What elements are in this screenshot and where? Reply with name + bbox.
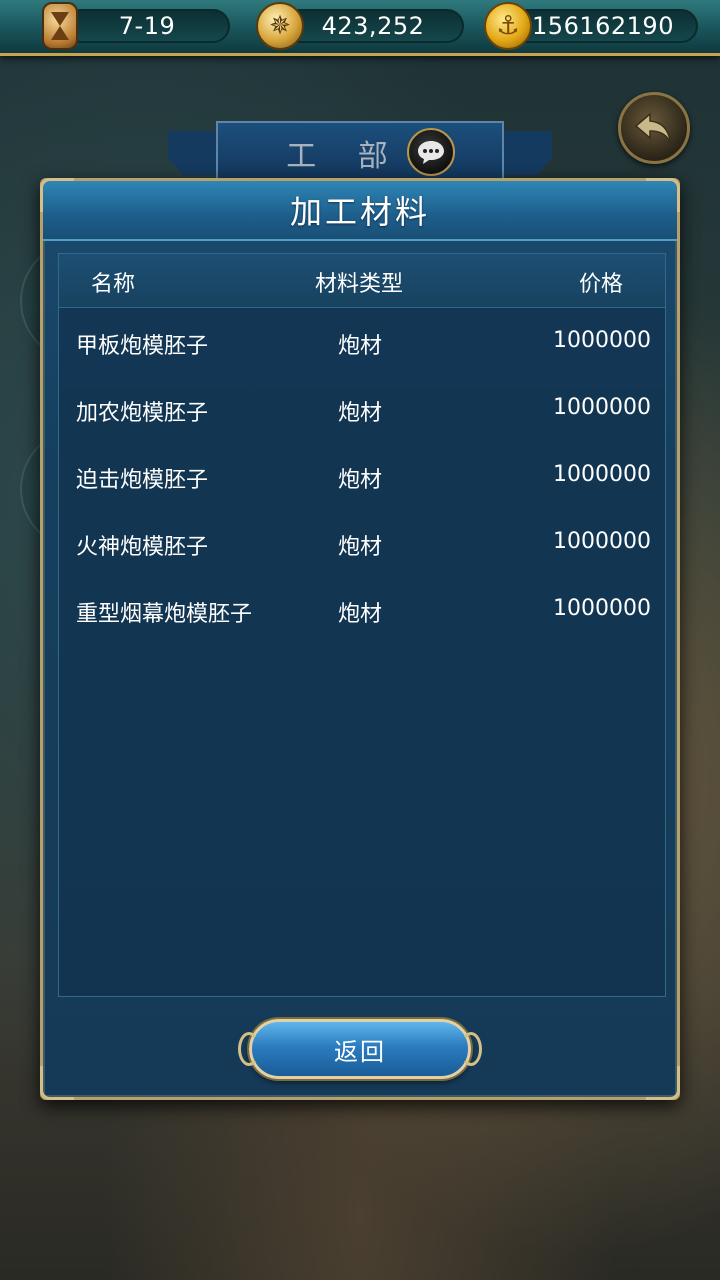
anchor-coin-icon: ⚓ xyxy=(484,2,532,50)
frame-corner-ornament xyxy=(40,178,74,212)
banner-ribbon-right xyxy=(502,131,552,175)
back-button[interactable] xyxy=(618,92,690,164)
table-row[interactable]: 火神炮模胚子 炮材 1000000 xyxy=(59,511,665,578)
date-display: 7-19 xyxy=(64,9,230,43)
frame-corner-ornament xyxy=(40,1066,74,1100)
frame-corner-ornament xyxy=(646,1066,680,1100)
row-price: 1000000 xyxy=(553,395,651,420)
gold-display: 156162190 xyxy=(508,9,698,43)
return-button[interactable]: 返回 xyxy=(238,1019,482,1079)
banner-title: 工 部 xyxy=(286,139,404,174)
row-price: 1000000 xyxy=(553,596,651,621)
button-ornament-left xyxy=(238,1032,260,1066)
department-banner: 工 部 xyxy=(216,121,504,183)
row-name: 甲板炮模胚子 xyxy=(76,334,209,359)
row-type: 炮材 xyxy=(338,334,383,359)
row-name: 迫击炮模胚子 xyxy=(76,468,209,493)
button-ornament-right xyxy=(460,1032,482,1066)
process-materials-dialog: 加工材料 名称 材料类型 价格 甲板炮模胚子 炮材 1000000 加农炮模胚子… xyxy=(40,178,680,1100)
silver-display: 423,252 xyxy=(282,9,464,43)
back-arrow-icon xyxy=(634,112,671,143)
banner-ribbon-left xyxy=(168,131,218,175)
table-row[interactable]: 重型烟幕炮模胚子 炮材 1000000 xyxy=(59,578,665,645)
hourglass-icon xyxy=(42,2,78,50)
table-row[interactable]: 甲板炮模胚子 炮材 1000000 xyxy=(59,310,665,377)
row-name: 重型烟幕炮模胚子 xyxy=(76,602,253,627)
column-header-name: 名称 xyxy=(91,272,136,297)
row-type: 炮材 xyxy=(338,602,383,627)
silver-value: 423,252 xyxy=(321,12,425,40)
row-type: 炮材 xyxy=(338,535,383,560)
compass-icon: ✵ xyxy=(256,2,304,50)
row-name: 火神炮模胚子 xyxy=(76,535,209,560)
table-header: 名称 材料类型 价格 xyxy=(59,254,665,308)
dialog-header: 加工材料 xyxy=(43,181,677,241)
column-header-type: 材料类型 xyxy=(315,272,404,297)
materials-table: 名称 材料类型 价格 甲板炮模胚子 炮材 1000000 加农炮模胚子 炮材 1… xyxy=(58,253,666,997)
resource-bar: 7-19 423,252 ✵ 156162190 ⚓ xyxy=(0,0,720,56)
frame-corner-ornament xyxy=(646,178,680,212)
dialog-title: 加工材料 xyxy=(289,193,430,231)
chat-bubble-icon[interactable] xyxy=(407,128,455,176)
row-price: 1000000 xyxy=(553,462,651,487)
row-price: 1000000 xyxy=(553,529,651,554)
gold-value: 156162190 xyxy=(532,12,674,40)
date-value: 7-19 xyxy=(118,12,176,40)
column-header-price: 价格 xyxy=(579,272,624,297)
return-button-label: 返回 xyxy=(334,1037,386,1066)
row-price: 1000000 xyxy=(553,328,651,353)
table-row[interactable]: 加农炮模胚子 炮材 1000000 xyxy=(59,377,665,444)
row-type: 炮材 xyxy=(338,401,383,426)
row-name: 加农炮模胚子 xyxy=(76,401,209,426)
table-row[interactable]: 迫击炮模胚子 炮材 1000000 xyxy=(59,444,665,511)
row-type: 炮材 xyxy=(338,468,383,493)
